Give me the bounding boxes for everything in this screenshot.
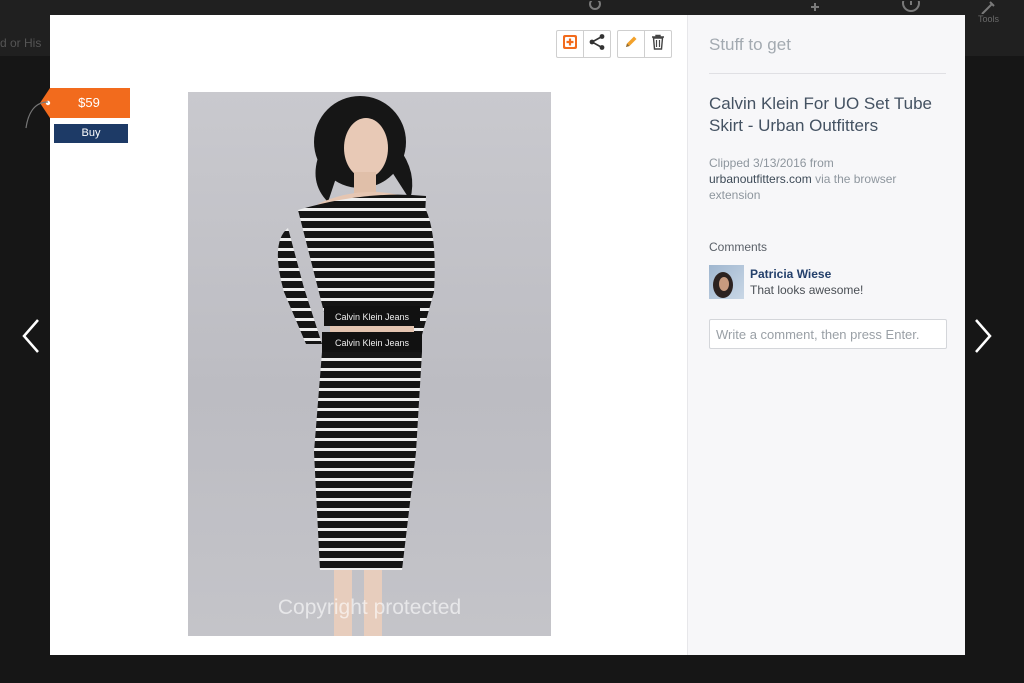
delete-button[interactable]: [644, 31, 671, 57]
toolbar-group-secondary: [617, 30, 672, 58]
product-photo: Calvin Klein Jeans Calvin Klein Jeans Co…: [188, 92, 551, 636]
edit-button[interactable]: [618, 31, 644, 57]
plus-icon: [808, 0, 822, 16]
comment-input[interactable]: [709, 319, 947, 349]
clip-detail-modal: $59 Buy Calvin Klein Jeans Calvin Klein …: [25, 15, 965, 655]
comments-heading: Comments: [709, 240, 768, 254]
share-icon: [588, 33, 606, 56]
add-to-board-icon: [562, 34, 578, 55]
price-value: $59: [78, 95, 100, 110]
board-name[interactable]: Stuff to get: [709, 35, 791, 55]
share-button[interactable]: [583, 31, 610, 57]
price-tag[interactable]: $59: [40, 88, 130, 118]
comment-author[interactable]: Patricia Wiese: [750, 267, 831, 281]
next-clip-button[interactable]: [968, 318, 998, 358]
sidebar-divider: [709, 73, 946, 74]
clip-toolbar: [556, 30, 672, 58]
search-icon: [588, 0, 604, 16]
tools-icon: Tools: [978, 0, 999, 24]
comment-text: That looks awesome!: [750, 283, 864, 297]
model-illustration: Calvin Klein Jeans Calvin Klein Jeans: [277, 96, 435, 636]
comment-item: Patricia Wiese That looks awesome!: [709, 265, 949, 299]
chevron-left-icon: [21, 318, 41, 359]
previous-clip-button[interactable]: [16, 318, 46, 358]
trash-icon: [651, 34, 665, 55]
toolbar-group-primary: [556, 30, 611, 58]
clip-date-text: Clipped 3/13/2016 from: [709, 156, 834, 170]
add-to-board-button[interactable]: [557, 31, 583, 57]
buy-button[interactable]: Buy: [54, 124, 128, 143]
image-pane: $59 Buy Calvin Klein Jeans Calvin Klein …: [25, 15, 687, 655]
pencil-icon: [623, 34, 639, 55]
backdrop-text-fragment: d or His: [0, 36, 42, 50]
copyright-watermark: Copyright protected: [277, 596, 462, 619]
clock-icon: [902, 0, 920, 16]
details-sidebar: Stuff to get Calvin Klein For UO Set Tub…: [687, 15, 965, 655]
tag-string-icon: [25, 101, 49, 129]
clip-source-info: Clipped 3/13/2016 from urbanoutfitters.c…: [709, 155, 939, 203]
skirt-waistband-text: Calvin Klein Jeans: [335, 338, 410, 348]
avatar[interactable]: [709, 265, 744, 299]
tools-label: Tools: [978, 14, 1000, 24]
clip-title: Calvin Klein For UO Set Tube Skirt - Urb…: [709, 94, 932, 135]
source-link[interactable]: urbanoutfitters.com: [709, 172, 812, 186]
top-waistband-text: Calvin Klein Jeans: [335, 312, 410, 322]
chevron-right-icon: [973, 318, 993, 359]
